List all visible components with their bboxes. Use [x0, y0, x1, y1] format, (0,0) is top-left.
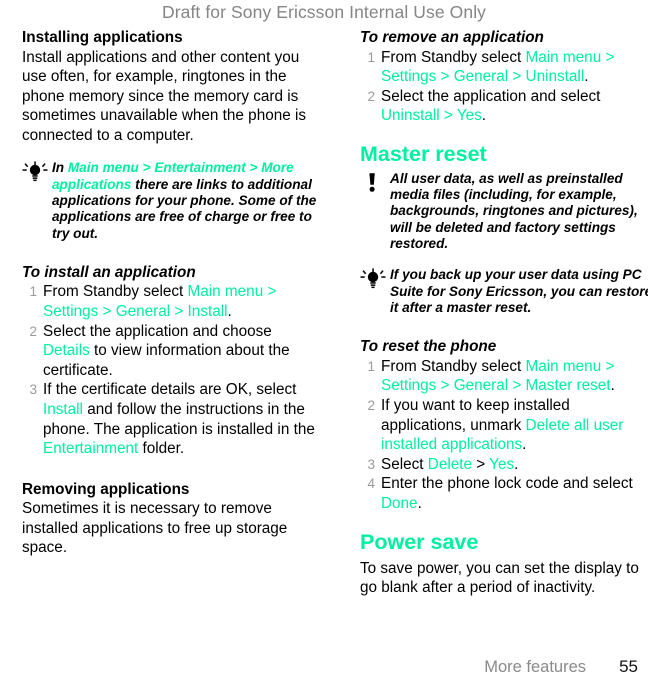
- step-menu-path: Uninstall > Yes: [381, 107, 482, 125]
- right-column: To remove an application 1 From Standby s…: [360, 28, 648, 598]
- procedure-step: 2 Select the application and choose Detai…: [22, 322, 317, 381]
- page-body: Installing applications Install applicat…: [0, 28, 648, 643]
- procedure-step: 1 From Standby select Main menu > Setting…: [22, 282, 317, 321]
- tip-note-master-reset-backup: If you back up your user data using PC S…: [360, 267, 648, 316]
- step-text-tail: .: [481, 107, 487, 125]
- step-text: From Standby select: [381, 357, 526, 375]
- draft-watermark-header: Draft for Sony Ericsson Internal Use Onl…: [161, 2, 487, 22]
- exclamation-icon: [360, 172, 386, 194]
- step-menu-path-2: Entertainment: [43, 440, 139, 458]
- tip-note-lead: In: [52, 160, 68, 176]
- step-text: If the certificate details are OK, selec…: [43, 381, 297, 399]
- procedure-step: 2 If you want to keep installed applicati…: [360, 396, 648, 455]
- tip-note-text: If you back up your user data using PC S…: [390, 267, 648, 315]
- step-text-tail: .: [522, 436, 527, 454]
- step-text-tail: .: [610, 377, 615, 395]
- heading-master-reset: Master reset: [360, 141, 487, 166]
- step-text-tail: folder.: [138, 440, 185, 458]
- step-menu-path: Details: [43, 342, 90, 360]
- paragraph-power-save: To save power, you can set the display t…: [360, 559, 639, 597]
- step-text-tail: .: [584, 68, 589, 86]
- step-text-tail: .: [227, 303, 232, 321]
- warning-note-master-reset: All user data, as well as preinstalled m…: [360, 171, 648, 252]
- procedure-step: 4 Enter the phone lock code and select Do…: [360, 474, 648, 513]
- paragraph-installing-applications: Install applications and other content y…: [22, 48, 307, 144]
- heading-removing-applications: Removing applications: [22, 480, 190, 498]
- step-text: Select the application and choose: [43, 322, 272, 340]
- paragraph-removing-applications: Sometimes it is necessary to remove inst…: [22, 500, 288, 557]
- procedure-step: 3 If the certificate details are OK, sele…: [22, 380, 317, 458]
- heading-power-save: Power save: [360, 529, 479, 554]
- step-number: 1: [29, 284, 37, 300]
- tip-note-more-applications: In Main menu > Entertainment > More appl…: [22, 160, 317, 241]
- procedure-title-reset-phone: To reset the phone: [360, 338, 497, 356]
- footer-page-number: 55: [619, 657, 638, 676]
- step-number: 1: [367, 358, 375, 374]
- step-menu-path: Install: [43, 401, 83, 419]
- step-text: Enter the phone lock code and select: [381, 475, 633, 493]
- page-footer: More features 55: [0, 653, 648, 677]
- left-column: Installing applications Install applicat…: [22, 28, 317, 558]
- procedure-step: 3 Select Delete > Yes.: [360, 455, 648, 475]
- step-text-tail: .: [417, 494, 422, 512]
- footer-chapter-title: More features: [484, 658, 586, 676]
- procedure-steps-remove-application: 1 From Standby select Main menu > Setting…: [360, 48, 648, 126]
- step-text-mid: >: [471, 455, 490, 473]
- step-menu-path: Done: [381, 494, 418, 512]
- step-text-tail: .: [514, 455, 519, 473]
- procedure-title-remove-application: To remove an application: [360, 29, 544, 46]
- warning-note-text: All user data, as well as preinstalled m…: [390, 170, 638, 252]
- step-number: 2: [29, 323, 37, 339]
- procedure-steps-reset-phone: 1 From Standby select Main menu > Setting…: [360, 357, 648, 514]
- step-number: 2: [367, 397, 375, 413]
- heading-installing-applications: Installing applications: [22, 29, 183, 46]
- step-text: From Standby select: [381, 48, 526, 66]
- step-number: 4: [367, 476, 375, 492]
- procedure-step: 1 From Standby select Main menu > Setting…: [360, 357, 648, 396]
- step-text: Select: [381, 455, 428, 473]
- step-number: 2: [367, 88, 375, 104]
- step-menu-path-2: Yes: [489, 455, 515, 473]
- step-number: 1: [367, 49, 375, 65]
- procedure-step: 1 From Standby select Main menu > Setting…: [360, 48, 648, 87]
- step-menu-path: Delete: [427, 455, 472, 473]
- step-text-mid: and follow the instructions in the phone…: [43, 401, 315, 438]
- lightbulb-icon: [22, 161, 48, 183]
- step-text: Select the application and select: [381, 87, 601, 105]
- procedure-title-install-application: To install an application: [22, 263, 196, 281]
- procedure-steps-install-application: 1 From Standby select Main menu > Setting…: [22, 282, 317, 458]
- step-number: 3: [29, 382, 37, 398]
- lightbulb-icon: [360, 268, 386, 290]
- procedure-step: 2 Select the application and select Unins…: [360, 87, 648, 126]
- step-number: 3: [367, 456, 375, 472]
- step-text: From Standby select: [43, 283, 188, 301]
